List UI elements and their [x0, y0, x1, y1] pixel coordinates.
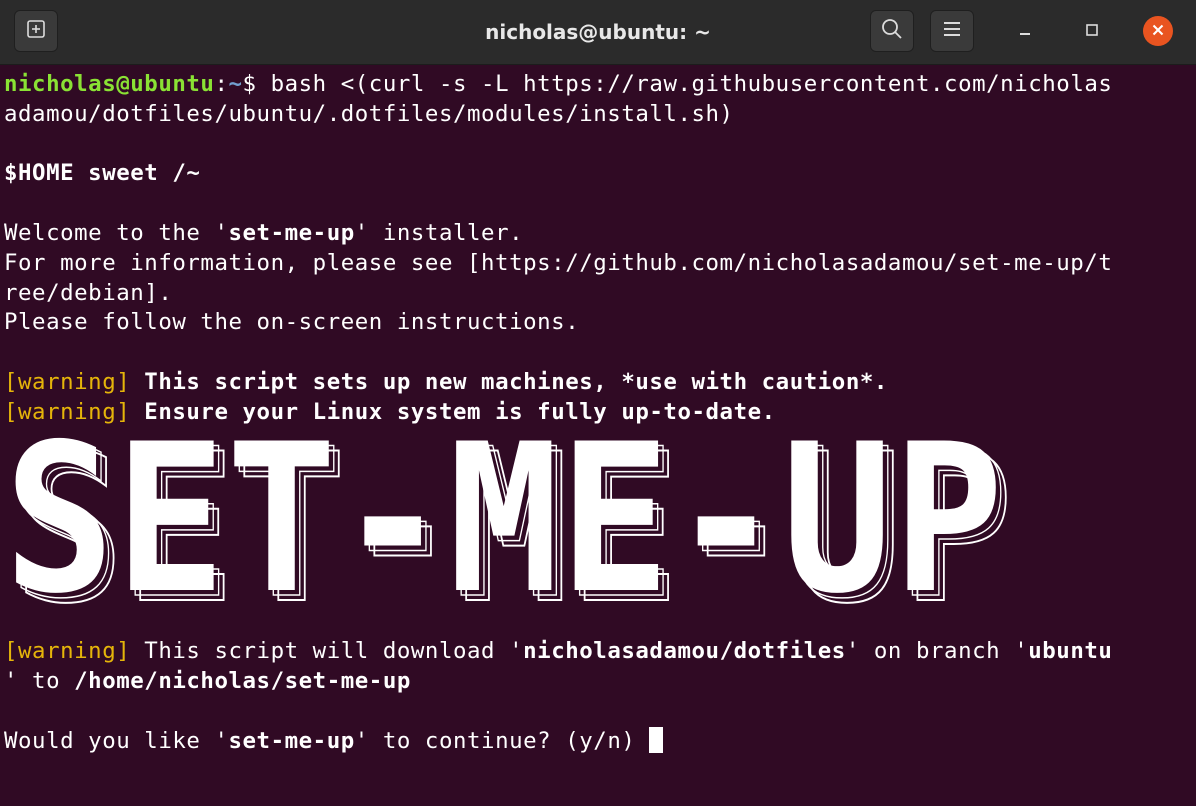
- info-line-wrap: ree/debian].: [4, 279, 173, 306]
- welcome-name: set-me-up: [228, 219, 355, 246]
- prompt-user-host: nicholas@ubuntu: [4, 71, 215, 97]
- question-pre: Would you like ': [4, 727, 229, 754]
- command-line-wrap: adamou/dotfiles/ubuntu/.dotfiles/modules…: [4, 100, 734, 127]
- download-repo: nicholasadamou/dotfiles: [523, 638, 846, 665]
- maximize-button[interactable]: [1077, 16, 1107, 46]
- prompt-colon: :: [214, 71, 229, 97]
- home-line: $HOME sweet /~: [4, 160, 201, 187]
- terminal-cursor[interactable]: [649, 726, 664, 753]
- menu-button[interactable]: [930, 10, 974, 52]
- warning-text: Ensure your Linux system is fully up-to-…: [130, 398, 776, 425]
- new-tab-icon: [25, 18, 47, 44]
- warning-text: This script sets up new machines, *use w…: [130, 368, 888, 395]
- follow-line: Please follow the on-screen instructions…: [4, 309, 580, 336]
- search-icon: [880, 17, 904, 45]
- ascii-banner: SET-ME-UP SET-ME-UP SET-ME-UP: [0, 430, 1196, 608]
- download-line-wrap: ' to /home/nicholas/set-me-up: [4, 667, 1196, 697]
- terminal-output[interactable]: nicholas@ubuntu:~$ bash <(curl -s -L htt…: [0, 64, 1196, 806]
- command-line: nicholas@ubuntu:~$ bash <(curl -s -L htt…: [4, 70, 1196, 100]
- new-tab-button[interactable]: [14, 10, 58, 52]
- download-branch: ubuntu: [1028, 638, 1113, 665]
- banner-fill-text: SET-ME-UP: [4, 430, 1004, 608]
- title-bar[interactable]: nicholas@ubuntu: ~: [0, 0, 1196, 65]
- info-line: For more information, please see [https:…: [4, 249, 1113, 276]
- terminal-window: nicholas@ubuntu: ~ nicholas@ubuntu:~$ ba…: [0, 0, 1196, 806]
- banner-graphic: SET-ME-UP SET-ME-UP SET-ME-UP: [4, 430, 1014, 608]
- minimize-button[interactable]: [1010, 16, 1040, 46]
- welcome-line: Welcome to the 'set-me-up' installer.: [4, 219, 1196, 249]
- download-path: /home/nicholas/set-me-up: [74, 668, 411, 695]
- warning-line: [warning] This script sets up new machin…: [4, 368, 1196, 398]
- question-post: ' to continue? (y/n): [354, 727, 650, 754]
- download-pre: This script will download ': [130, 638, 524, 665]
- command-text: bash <(curl -s -L https://raw.githubuser…: [256, 71, 1113, 97]
- close-icon: [1151, 22, 1165, 41]
- search-button[interactable]: [870, 10, 914, 52]
- close-button[interactable]: [1143, 16, 1173, 46]
- welcome-post: ' installer.: [354, 219, 524, 246]
- warning-line: [warning] Ensure your Linux system is fu…: [4, 398, 1196, 428]
- question-name: set-me-up: [228, 727, 355, 754]
- question-line: Would you like 'set-me-up' to continue? …: [4, 726, 1196, 757]
- hamburger-menu-icon: [942, 20, 962, 42]
- maximize-icon: [1085, 22, 1099, 41]
- warning-tag: [warning]: [4, 368, 131, 395]
- warning-tag: [warning]: [4, 638, 131, 665]
- download-mid: ' on branch ': [845, 638, 1029, 665]
- prompt-path: ~: [228, 71, 243, 97]
- welcome-pre: Welcome to the ': [4, 219, 229, 246]
- prompt-dollar: $: [242, 71, 257, 97]
- minimize-icon: [1018, 22, 1032, 41]
- warning-tag: [warning]: [4, 398, 131, 425]
- download-line2-pre: ' to: [4, 668, 75, 695]
- download-line: [warning] This script will download 'nic…: [4, 637, 1196, 667]
